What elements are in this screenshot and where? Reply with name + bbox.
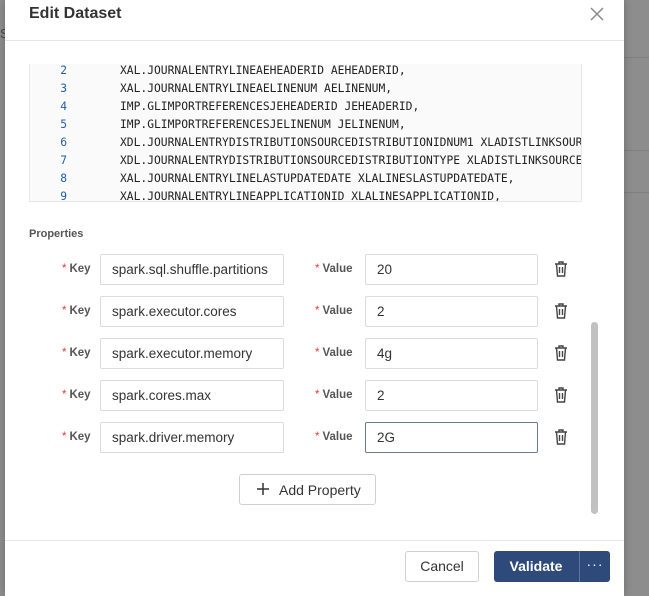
code-line: 9 XAL.JOURNALENTRYLINEAPPLICATIONID XLALI… (30, 190, 581, 202)
property-row: * Key spark.driver.memory * Value 2G (5, 422, 590, 454)
key-label-text: Key (69, 347, 91, 359)
delete-property-trash-icon[interactable] (553, 260, 569, 278)
key-label: * Key (62, 389, 91, 401)
required-marker: * (62, 263, 67, 275)
value-label-text: Value (322, 347, 353, 359)
code-line: 3 XAL.JOURNALENTRYLINEAELINENUM AELINENUM… (30, 82, 581, 100)
background-page (624, 0, 649, 596)
validate-button-group: Validate ··· (494, 551, 610, 582)
property-row: * Key spark.sql.shuffle.partitions * Value 20 (5, 254, 590, 286)
key-label: * Key (62, 305, 91, 317)
background-divider (624, 192, 649, 193)
dialog-body: 9 XAL.JOURNALENTRYLINEAPPLICATIONID XLALI… (5, 42, 624, 540)
key-label-text: Key (69, 389, 91, 401)
property-row: * Key spark.executor.memory * Value 4g (5, 338, 590, 370)
required-marker: * (62, 305, 67, 317)
code-text: XAL.JOURNALENTRYLINEAEHEADERID AEHEADERI… (120, 64, 406, 77)
line-number: 9 (60, 190, 67, 202)
code-text: XAL.JOURNALENTRYLINEAELINENUM AELINENUM, (120, 82, 393, 95)
required-marker: * (315, 389, 320, 401)
code-line: 8 XAL.JOURNALENTRYLINELASTUPDATEDATE XLAL… (30, 172, 581, 190)
dialog-header: Edit Dataset (5, 0, 624, 41)
code-text: XDL.JOURNALENTRYDISTRIBUTIONSOURCEDISTRI… (120, 154, 582, 167)
code-line: 6 XDL.JOURNALENTRYDISTRIBUTIONSOURCEDISTR… (30, 136, 582, 154)
cancel-button[interactable]: Cancel (405, 551, 479, 582)
line-number: 3 (60, 82, 67, 95)
required-marker: * (62, 431, 67, 443)
background-divider (624, 57, 649, 58)
property-value-input[interactable]: 2 (365, 296, 538, 327)
key-label: * Key (62, 347, 91, 359)
property-row: * Key spark.executor.cores * Value 2 (5, 296, 590, 328)
value-label-text: Value (322, 431, 353, 443)
background-divider (624, 150, 649, 151)
sql-code-editor[interactable]: 9 XAL.JOURNALENTRYLINEAPPLICATIONID XLALI… (29, 64, 582, 202)
properties-section-label: Properties (29, 228, 84, 240)
value-label-text: Value (322, 389, 353, 401)
add-property-button[interactable]: Add Property (239, 474, 376, 505)
value-label: * Value (315, 263, 353, 275)
edit-dataset-dialog: Edit Dataset 9 XAL.JOURNALENTRYLINEAPPLIC… (5, 0, 624, 596)
dialog-scrollbar-thumb[interactable] (591, 322, 598, 514)
line-number: 7 (60, 154, 67, 167)
delete-property-trash-icon[interactable] (553, 344, 569, 362)
value-label-text: Value (322, 263, 353, 275)
code-text: XAL.JOURNALENTRYLINEAPPLICATIONID XLALIN… (120, 190, 501, 202)
code-line: 7 XDL.JOURNALENTRYDISTRIBUTIONSOURCEDISTR… (30, 154, 582, 172)
required-marker: * (315, 263, 320, 275)
value-label: * Value (315, 431, 353, 443)
property-value-input[interactable]: 2 (365, 380, 538, 411)
key-label-text: Key (69, 305, 91, 317)
required-marker: * (62, 347, 67, 359)
required-marker: * (315, 305, 320, 317)
dialog-title: Edit Dataset (29, 5, 122, 22)
property-key-input[interactable]: spark.driver.memory (100, 422, 284, 453)
required-marker: * (315, 431, 320, 443)
key-label: * Key (62, 431, 91, 443)
code-text: XDL.JOURNALENTRYDISTRIBUTIONSOURCEDISTRI… (120, 136, 582, 149)
line-number: 5 (60, 118, 67, 131)
code-text: IMP.GLIMPORTREFERENCESJELINENUM JELINENU… (120, 118, 406, 131)
required-marker: * (62, 389, 67, 401)
line-number: 8 (60, 172, 67, 185)
code-text: IMP.GLIMPORTREFERENCESJEHEADERID JEHEADE… (120, 100, 420, 113)
property-value-input[interactable]: 20 (365, 254, 538, 285)
value-label: * Value (315, 389, 353, 401)
key-label-text: Key (69, 263, 91, 275)
dialog-footer: Cancel Validate ··· (5, 540, 624, 596)
delete-property-trash-icon[interactable] (553, 428, 569, 446)
property-value-input[interactable]: 4g (365, 338, 538, 369)
plus-icon (256, 482, 270, 496)
code-line: 2 XAL.JOURNALENTRYLINEAEHEADERID AEHEADER… (30, 64, 581, 82)
required-marker: * (315, 347, 320, 359)
value-label: * Value (315, 347, 353, 359)
delete-property-trash-icon[interactable] (553, 302, 569, 320)
property-key-input[interactable]: spark.executor.memory (100, 338, 284, 369)
value-label: * Value (315, 305, 353, 317)
property-key-input[interactable]: spark.cores.max (100, 380, 284, 411)
property-key-input[interactable]: spark.sql.shuffle.partitions (100, 254, 284, 285)
code-line: 5 IMP.GLIMPORTREFERENCESJELINENUM JELINEN… (30, 118, 581, 136)
code-line: 4 IMP.GLIMPORTREFERENCESJEHEADERID JEHEAD… (30, 100, 581, 118)
key-label-text: Key (69, 431, 91, 443)
validate-button[interactable]: Validate (494, 551, 578, 582)
line-number: 6 (60, 136, 67, 149)
close-icon[interactable] (588, 5, 606, 23)
delete-property-trash-icon[interactable] (553, 386, 569, 404)
code-text: XAL.JOURNALENTRYLINELASTUPDATEDATE XLALI… (120, 172, 515, 185)
property-row: * Key spark.cores.max * Value 2 (5, 380, 590, 412)
add-property-label: Add Property (279, 482, 361, 498)
line-number: 2 (60, 64, 67, 77)
key-label: * Key (62, 263, 91, 275)
property-value-input[interactable]: 2G (365, 422, 538, 453)
value-label-text: Value (322, 305, 353, 317)
property-key-input[interactable]: spark.executor.cores (100, 296, 284, 327)
more-options-button[interactable]: ··· (580, 551, 610, 582)
line-number: 4 (60, 100, 67, 113)
